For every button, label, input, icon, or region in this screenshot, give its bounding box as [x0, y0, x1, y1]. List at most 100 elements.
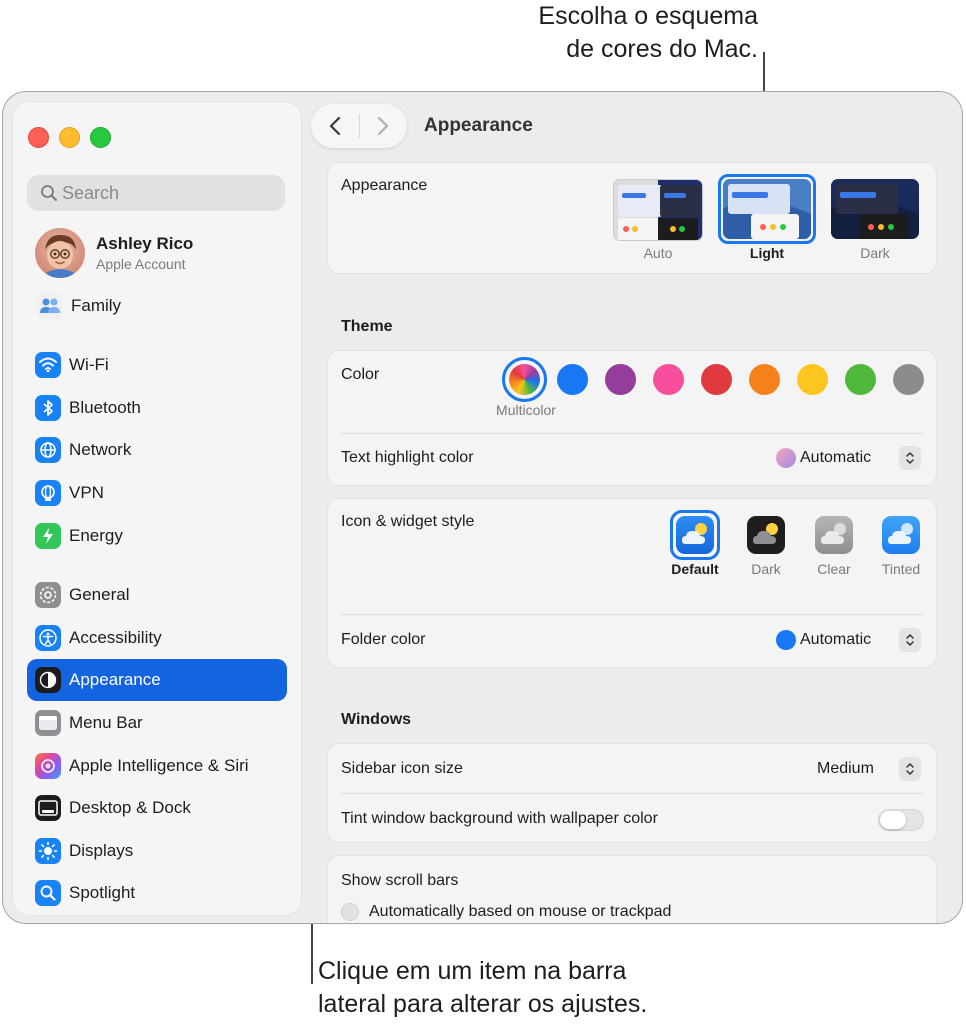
- popup-stepper: [899, 446, 921, 470]
- sidebar-icon-size-label: Sidebar icon size: [341, 760, 463, 777]
- sidebar-item-label: Spotlight: [69, 883, 136, 902]
- sidebar-icon-size-value: Medium: [817, 760, 874, 777]
- sidebar-item-label: Appearance: [69, 670, 161, 689]
- sidebar-item-label: Family: [71, 296, 122, 315]
- chevron-right-icon: [378, 116, 389, 136]
- scroll-bars-card: Show scroll bars Automatically based on …: [327, 855, 937, 923]
- main-pane: Appearance Appearance Auto Light Dark Th…: [301, 92, 962, 923]
- weather-dark-icon: [747, 516, 785, 554]
- appearance-option-label-auto: Auto: [643, 245, 673, 261]
- vpn-icon: [35, 480, 61, 506]
- settings-window: Search Ashley Rico Apple Account Family …: [2, 91, 963, 924]
- appearance-option-label-light: Light: [749, 245, 785, 261]
- folder-color-value: Automatic: [800, 631, 872, 648]
- callout-bottom-line-1: Clique em um item na barra: [318, 957, 627, 985]
- sidebar-item-energy[interactable]: Energy: [27, 515, 287, 557]
- icon-style-card: Icon & widget style Default Dark Clear T…: [327, 498, 937, 668]
- sidebar-item-desktop-dock[interactable]: Desktop & Dock: [27, 787, 287, 829]
- theme-card: Color Multicolor Text highlight color Au…: [327, 350, 937, 486]
- sidebar-item-label: VPN: [69, 483, 104, 502]
- sidebar-item-label: Energy: [69, 526, 123, 545]
- windows-heading: Windows: [341, 711, 412, 728]
- popup-stepper: [899, 757, 921, 781]
- sidebar-item-label: Accessibility: [69, 628, 162, 647]
- sidebar-item-displays[interactable]: Displays: [27, 830, 287, 872]
- sidebar-item-label: Bluetooth: [69, 398, 141, 417]
- sidebar-item-appearance[interactable]: Appearance: [27, 659, 287, 701]
- spotlight-icon: [35, 880, 61, 906]
- appearance-option-label-dark: Dark: [860, 245, 890, 261]
- folder-color-dot: [776, 630, 796, 650]
- accessibility-icon: [35, 625, 61, 651]
- sidebar-item-label: General: [69, 585, 130, 604]
- siri-icon: [35, 753, 61, 779]
- search-placeholder: Search: [62, 182, 120, 203]
- windows-card: Sidebar icon size Medium Tint window bac…: [327, 743, 937, 843]
- chevron-left-icon: [329, 116, 340, 136]
- forward-button[interactable]: [359, 104, 407, 148]
- sidebar-item-label: Wi-Fi: [69, 355, 109, 374]
- sidebar-item-vpn[interactable]: VPN: [27, 472, 287, 514]
- appearance-label: Appearance: [341, 177, 428, 194]
- color-label: Color: [341, 366, 380, 383]
- color-swatch-yellow[interactable]: [797, 364, 828, 395]
- scroll-bars-label: Show scroll bars: [341, 872, 459, 889]
- icon-style-label-clear: Clear: [817, 561, 851, 577]
- back-button[interactable]: [311, 104, 359, 148]
- theme-heading: Theme: [341, 318, 393, 335]
- color-swatch-blue[interactable]: [557, 364, 588, 395]
- icon-style-label-tinted: Tinted: [881, 561, 921, 577]
- icon-style-label-default: Default: [671, 561, 719, 577]
- radio-button: [341, 903, 359, 921]
- popup-stepper: [899, 628, 921, 652]
- sidebar-item-menu-bar[interactable]: Menu Bar: [27, 702, 287, 744]
- highlight-color-dot: [776, 448, 796, 468]
- sidebar-item-label: Desktop & Dock: [69, 798, 191, 817]
- wifi-icon: [35, 352, 61, 378]
- color-swatch-graphite[interactable]: [893, 364, 924, 395]
- color-swatch-multicolor[interactable]: [502, 357, 547, 402]
- weather-tinted-icon: [882, 516, 920, 554]
- sidebar-item-label: Network: [69, 440, 132, 459]
- dock-icon: [35, 795, 61, 821]
- color-swatch-purple[interactable]: [605, 364, 636, 395]
- sidebar-item-bluetooth[interactable]: Bluetooth: [27, 387, 287, 429]
- sidebar-item-general[interactable]: General: [27, 574, 287, 616]
- zoom-button[interactable]: [90, 127, 111, 148]
- folder-color-label: Folder color: [341, 631, 426, 648]
- sidebar-item-accessibility[interactable]: Accessibility: [27, 617, 287, 659]
- sidebar-item-siri[interactable]: Apple Intelligence & Siri: [27, 745, 287, 787]
- search-icon: [41, 185, 57, 201]
- color-swatch-pink[interactable]: [653, 364, 684, 395]
- chevron-updown-icon: [906, 452, 914, 464]
- network-icon: [35, 437, 61, 463]
- nav-buttons: [311, 104, 407, 148]
- chevron-updown-icon: [906, 634, 914, 646]
- color-swatch-green[interactable]: [845, 364, 876, 395]
- weather-default-icon: [676, 516, 714, 554]
- account-item[interactable]: Ashley Rico Apple Account: [35, 228, 193, 278]
- gear-icon: [35, 582, 61, 608]
- minimize-button[interactable]: [59, 127, 80, 148]
- page-title: Appearance: [424, 115, 533, 136]
- avatar: [35, 228, 85, 278]
- text-highlight-value: Automatic: [800, 449, 872, 466]
- color-swatch-red[interactable]: [701, 364, 732, 395]
- sidebar-item-network[interactable]: Network: [27, 429, 287, 471]
- sidebar-item-family[interactable]: Family: [27, 285, 287, 327]
- account-name: Ashley Rico: [96, 234, 194, 253]
- tint-window-toggle[interactable]: [878, 809, 924, 831]
- sidebar-item-label: Apple Intelligence & Siri: [69, 756, 249, 775]
- sidebar-item-wifi[interactable]: Wi-Fi: [27, 344, 287, 386]
- bluetooth-icon: [35, 395, 61, 421]
- close-button[interactable]: [28, 127, 49, 148]
- search-field[interactable]: Search: [27, 175, 285, 211]
- color-swatch-orange[interactable]: [749, 364, 780, 395]
- toggle-knob: [880, 811, 906, 829]
- callout-bottom-line-2: lateral para alterar os ajustes.: [318, 990, 648, 1018]
- energy-icon: [35, 523, 61, 549]
- callout-top-line-1: Escolha o esquema: [538, 2, 758, 30]
- tint-window-label: Tint window background with wallpaper co…: [341, 810, 658, 827]
- sidebar-item-spotlight[interactable]: Spotlight: [27, 872, 287, 914]
- account-subtitle: Apple Account: [96, 256, 186, 272]
